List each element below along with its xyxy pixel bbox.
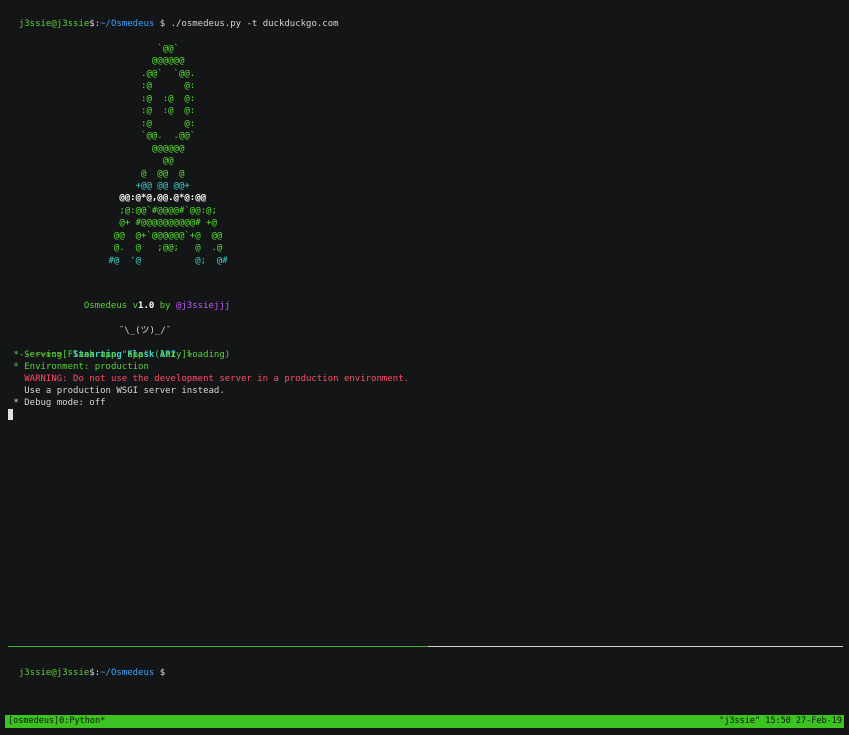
command-text: ./osmedeus.py -t duckduckgo.com	[170, 19, 339, 29]
art-line: @. @ ;@@; @ .@	[76, 243, 223, 254]
art-line: .@@` `@@.	[76, 68, 196, 79]
art-line: @+ #@@@@@@@@@@# +@	[76, 218, 217, 229]
bottom-prompt-separator: $:	[89, 668, 101, 678]
status-window-name[interactable]: [osmedeus]0:Python*	[8, 715, 105, 728]
prompt-symbol: $	[159, 19, 166, 29]
terminal-cursor	[8, 409, 13, 420]
art-line: `@@. .@@`	[76, 131, 196, 142]
art-line: `@@`	[76, 44, 179, 54]
art-line: :@ @:	[76, 118, 196, 129]
flask-debug-line: * Debug mode: off	[8, 398, 106, 408]
shrug-text: ¯\_(ツ)_/¯	[118, 326, 172, 336]
bottom-prompt-line[interactable]: j3ssie@j3ssie$:~/Osmedeus $	[8, 655, 165, 679]
bottom-prompt-symbol: $	[159, 668, 166, 678]
prompt-separator: $:	[89, 19, 101, 29]
art-line: @@ @+`@@@@@@`+@ @@	[76, 230, 223, 241]
banner-line: Osmedeus v1.0 by @j3ssiejjj	[73, 288, 230, 312]
art-line: :@ @:	[76, 81, 196, 92]
shrug-line: ¯\_(ツ)_/¯	[108, 313, 171, 337]
bottom-prompt-user-host: j3ssie@j3ssie	[18, 668, 90, 678]
art-line: #@ '@ @; @#	[76, 255, 228, 266]
art-line: @@	[76, 156, 174, 167]
banner-version: 1.0	[138, 301, 155, 311]
art-line: @@@@@@	[76, 143, 185, 154]
tmux-status-bar: [osmedeus]0:Python* "j3ssie" 15:50 27-Fe…	[5, 715, 844, 728]
bottom-prompt-path: ~/Osmedeus	[100, 668, 155, 678]
status-clock: "j3ssie" 15:50 27-Feb-19	[719, 716, 842, 726]
prompt-path: ~/Osmedeus	[100, 19, 155, 29]
art-line: :@ :@ @:	[76, 93, 196, 104]
art-line: @ @@ @	[76, 168, 185, 179]
banner-author: @j3ssiejjj	[176, 301, 231, 311]
banner-by: by	[159, 301, 171, 311]
pane-divider-active[interactable]	[8, 646, 428, 647]
flask-warning-line: WARNING: Do not use the development serv…	[8, 374, 409, 384]
flask-wsgi-line: Use a production WSGI server instead.	[8, 386, 225, 396]
ascii-art-logo: `@@` @@@@@@ .@@` `@@. :@ @: :@ :@ @: :@ …	[76, 43, 228, 267]
prompt-user-host: j3ssie@j3ssie	[18, 19, 90, 29]
flask-environment-line: * Environment: production	[8, 362, 149, 372]
art-line: +@@ @@ @@+	[76, 180, 190, 191]
art-line: :@ :@ @:	[76, 106, 196, 117]
art-line: @@@@@@	[76, 56, 185, 67]
pane-divider-inactive[interactable]	[428, 646, 843, 647]
command-prompt-line: j3ssie@j3ssie$:~/Osmedeus $ ./osmedeus.p…	[8, 6, 339, 30]
art-line: ;@:@@`#@@@@#`@@:@;	[76, 205, 217, 216]
art-line: @@:@*@,@@.@*@:@@	[76, 193, 207, 204]
flask-serving-line: * Serving Flask app "app" (lazy loading)	[8, 350, 231, 360]
banner-name: Osmedeus	[83, 301, 128, 311]
